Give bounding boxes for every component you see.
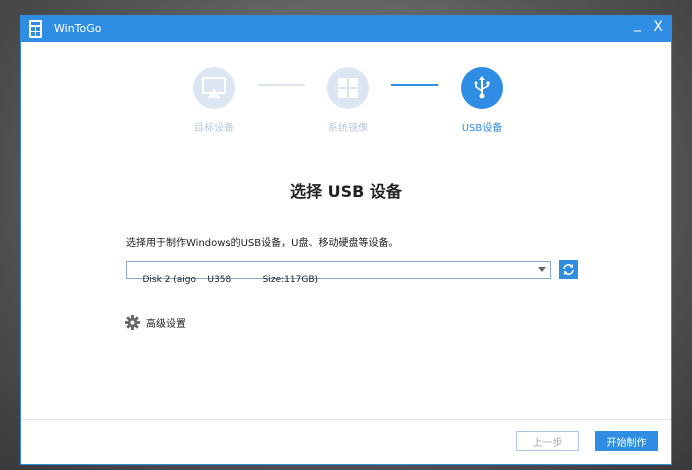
step-system-image: [327, 67, 369, 109]
refresh-icon: [563, 264, 574, 275]
windows-icon: [338, 78, 358, 98]
app-logo-icon: [29, 20, 42, 38]
usb-icon: [474, 76, 490, 99]
monitor-icon: [202, 77, 226, 98]
start-button[interactable]: 开始制作: [595, 431, 658, 451]
previous-button[interactable]: 上一步: [516, 431, 579, 451]
advanced-settings-label: 高级设置: [146, 319, 186, 330]
step-connector: [258, 84, 305, 86]
advanced-settings[interactable]: 高级设置: [125, 315, 186, 330]
step-label-image: 系统镜像: [328, 123, 368, 134]
instruction-text: 选择用于制作Windows的USB设备，U盘、移动硬盘等设备。: [126, 238, 399, 249]
wintogo-window: WinToGo _ X 目标设备 系统镜像 USB设备 选择 USB 设备 选择…: [20, 15, 672, 465]
minimize-button[interactable]: _: [634, 16, 641, 32]
usb-device-select[interactable]: Disk 2 (aigo U358 Size:117GB): [126, 261, 551, 285]
footer-divider: [21, 419, 671, 420]
selected-device: Disk 2 (aigo U358 Size:117GB): [142, 275, 319, 285]
refresh-button[interactable]: [559, 260, 578, 279]
close-button[interactable]: X: [653, 19, 663, 35]
gear-icon: [125, 315, 140, 330]
chevron-down-icon[interactable]: [538, 267, 546, 272]
step-label-target: 目标设备: [194, 123, 234, 134]
window-title: WinToGo: [54, 22, 102, 35]
step-usb-device: [461, 67, 503, 109]
step-label-usb: USB设备: [461, 123, 503, 134]
page-heading: 选择 USB 设备: [290, 182, 402, 201]
title-bar: WinToGo _ X: [21, 16, 671, 42]
step-connector: [391, 84, 438, 86]
step-target-device: [193, 67, 235, 109]
